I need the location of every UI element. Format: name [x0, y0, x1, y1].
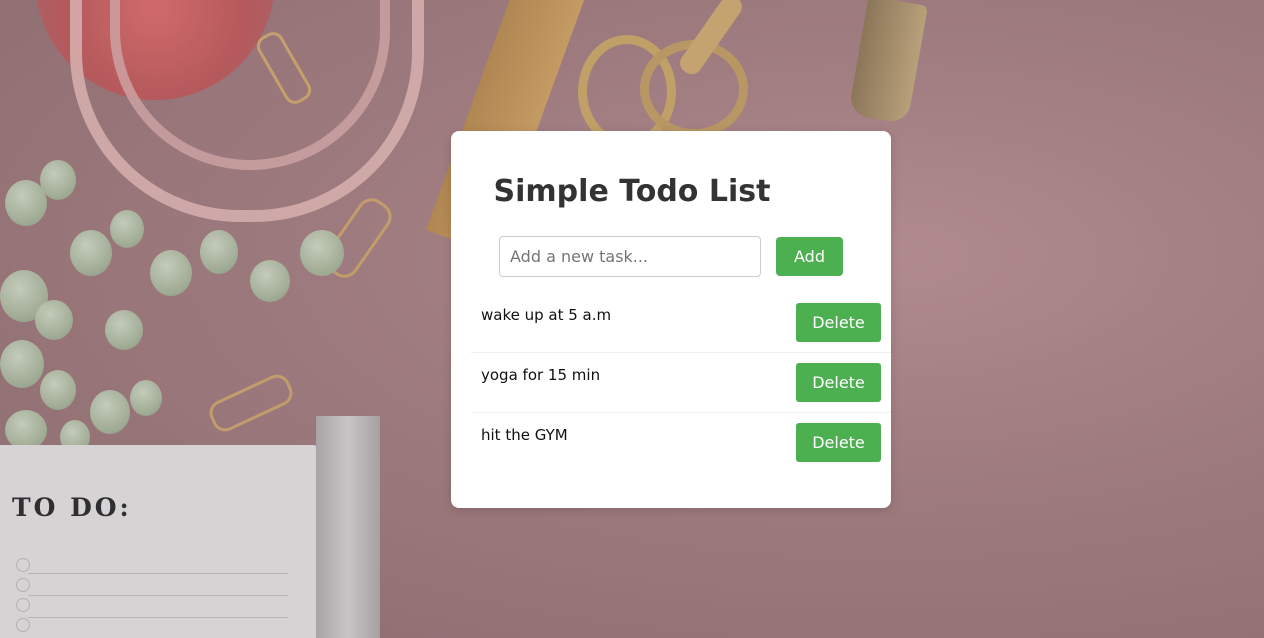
note-checkbox-icon — [16, 618, 30, 632]
task-text: wake up at 5 a.m — [481, 306, 612, 324]
task-item: hit the GYM Delete — [471, 413, 891, 472]
leaf-decoration — [105, 310, 143, 350]
leaf-decoration — [150, 250, 192, 296]
leaf-decoration — [200, 230, 238, 274]
paperclip-decoration — [205, 370, 297, 436]
binder-clip-decoration — [316, 416, 380, 638]
note-checkbox-icon — [16, 578, 30, 592]
add-task-button[interactable]: Add — [776, 237, 843, 276]
task-list: wake up at 5 a.m Delete yoga for 15 min … — [471, 293, 891, 472]
page-title: Simple Todo List — [493, 174, 771, 209]
leaf-decoration — [90, 390, 130, 434]
task-item: yoga for 15 min Delete — [471, 353, 891, 413]
leaf-decoration — [35, 300, 73, 340]
leaf-decoration — [110, 210, 144, 248]
clip-decoration — [848, 0, 928, 125]
delete-task-button[interactable]: Delete — [796, 303, 881, 342]
leaf-decoration — [70, 230, 112, 276]
note-heading: TO DO: — [12, 493, 132, 522]
leaf-decoration — [130, 380, 162, 416]
delete-task-button[interactable]: Delete — [796, 423, 881, 462]
leaf-decoration — [40, 370, 76, 410]
note-line — [28, 617, 288, 618]
note-checkbox-icon — [16, 558, 30, 572]
task-text: hit the GYM — [481, 426, 568, 444]
new-task-input[interactable] — [499, 236, 761, 277]
leaf-decoration — [5, 410, 47, 450]
leaf-decoration — [0, 340, 44, 388]
delete-task-button[interactable]: Delete — [796, 363, 881, 402]
task-item: wake up at 5 a.m Delete — [471, 293, 891, 353]
note-line — [28, 595, 288, 596]
todo-note-decoration — [0, 445, 316, 638]
note-checkbox-icon — [16, 598, 30, 612]
note-line — [28, 573, 288, 574]
leaf-decoration — [300, 230, 344, 276]
leaf-decoration — [250, 260, 290, 302]
task-text: yoga for 15 min — [481, 366, 601, 384]
